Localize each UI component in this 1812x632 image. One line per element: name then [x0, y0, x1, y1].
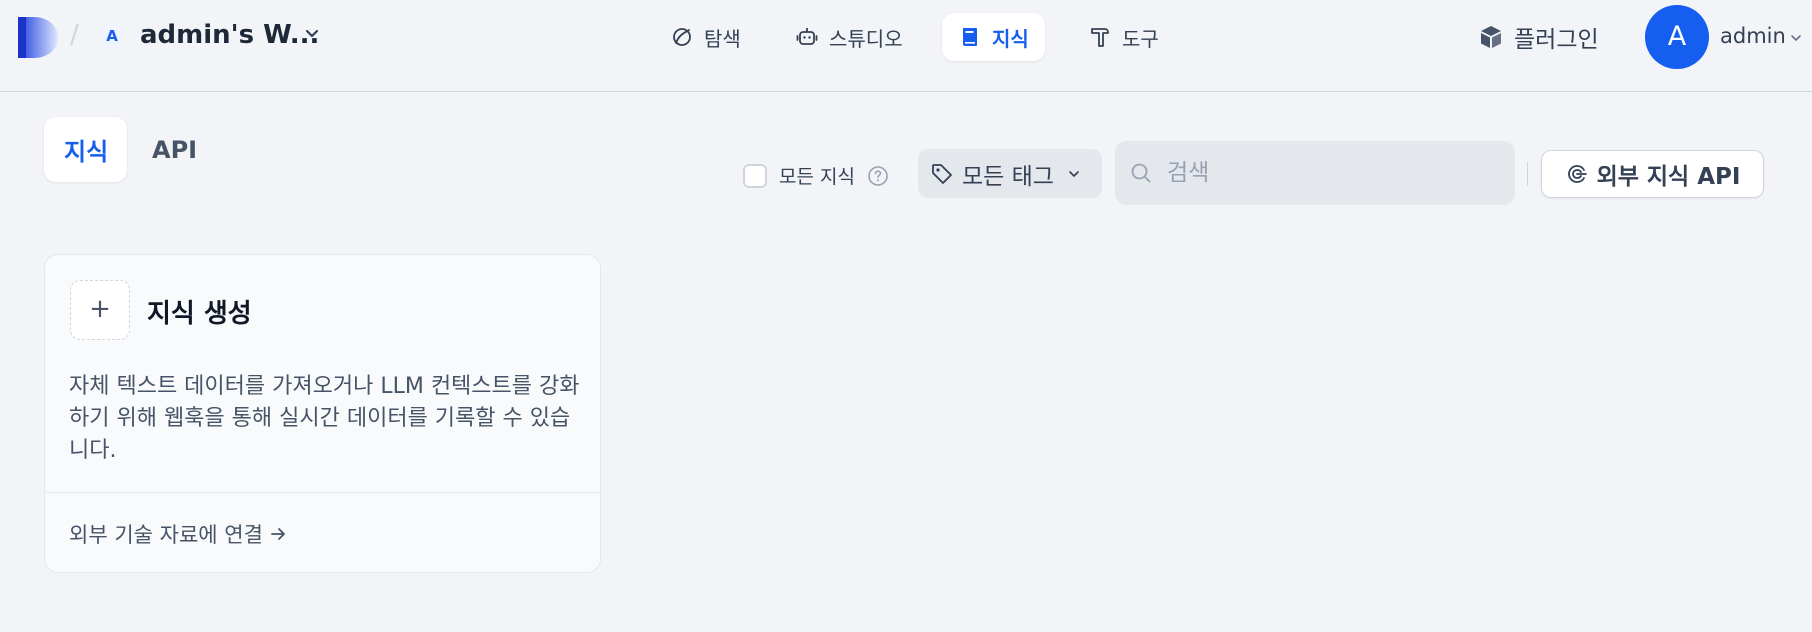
plugin-button[interactable]: 플러그인	[1478, 20, 1599, 54]
external-knowledge-api-label: 외부 지식 API	[1596, 164, 1741, 190]
tag-filter-label: 모든 태그	[962, 163, 1054, 190]
nav-tools-label: 도구	[1122, 26, 1159, 51]
compass-icon	[673, 28, 691, 46]
nav-knowledge-label: 지식	[992, 26, 1029, 51]
tag-filter-dropdown[interactable]: 모든 태그	[918, 149, 1102, 198]
user-name[interactable]: admin	[1720, 24, 1786, 48]
nav-explore[interactable]: 탐색	[654, 13, 757, 61]
card-divider	[45, 492, 600, 493]
connect-external-knowledge-link[interactable]: 외부 기술 자료에 연결	[69, 519, 287, 549]
toolbar-divider	[1527, 162, 1528, 186]
workspace-name[interactable]: admin's W...	[140, 20, 319, 50]
tab-api[interactable]: API	[132, 117, 217, 182]
workspace-avatar: A	[100, 24, 124, 48]
plugin-cube-icon	[1481, 26, 1501, 48]
plus-icon: +	[70, 280, 130, 340]
all-knowledge-filter: 모든 지식	[743, 162, 889, 189]
help-circle-icon[interactable]	[867, 165, 889, 187]
connect-external-knowledge-label: 외부 기술 자료에 연결	[69, 523, 263, 547]
external-knowledge-api-button[interactable]: 외부 지식 API	[1541, 150, 1764, 198]
book-icon	[963, 28, 977, 46]
nav-studio[interactable]: 스튜디오	[779, 13, 919, 61]
breadcrumb-separator: /	[70, 20, 79, 50]
plugin-label: 플러그인	[1514, 27, 1599, 53]
search-icon	[1131, 163, 1151, 183]
arrow-right-icon	[271, 528, 285, 540]
robot-icon	[796, 28, 818, 45]
app-logo-icon[interactable]	[18, 17, 58, 58]
tag-icon	[932, 163, 952, 184]
top-header: / A admin's W... 탐색 스튜디오 지식 도구 플러그인 A ad…	[0, 0, 1812, 92]
user-avatar[interactable]: A	[1645, 5, 1709, 69]
nav-knowledge[interactable]: 지식	[942, 13, 1045, 61]
nav-studio-label: 스튜디오	[829, 26, 903, 51]
create-knowledge-title: 지식 생성	[147, 299, 252, 329]
tab-knowledge[interactable]: 지식	[44, 117, 127, 182]
create-knowledge-description: 자체 텍스트 데이터를 가져오거나 LLM 컨텍스트를 강화하기 위해 웹훅을 …	[69, 374, 580, 463]
search-box	[1115, 141, 1515, 205]
all-knowledge-checkbox[interactable]	[743, 163, 767, 188]
chevron-down-icon[interactable]	[1788, 30, 1804, 46]
search-input[interactable]	[1167, 160, 1487, 186]
api-connection-icon	[1567, 165, 1587, 183]
hammer-icon	[1091, 28, 1109, 47]
chevron-down-icon[interactable]	[302, 24, 322, 44]
chevron-down-icon	[1069, 170, 1079, 177]
nav-tools[interactable]: 도구	[1072, 13, 1175, 61]
all-knowledge-label: 모든 지식	[779, 166, 855, 188]
nav-explore-label: 탐색	[704, 26, 741, 51]
create-knowledge-card[interactable]: + 지식 생성 자체 텍스트 데이터를 가져오거나 LLM 컨텍스트를 강화하기…	[44, 254, 601, 573]
